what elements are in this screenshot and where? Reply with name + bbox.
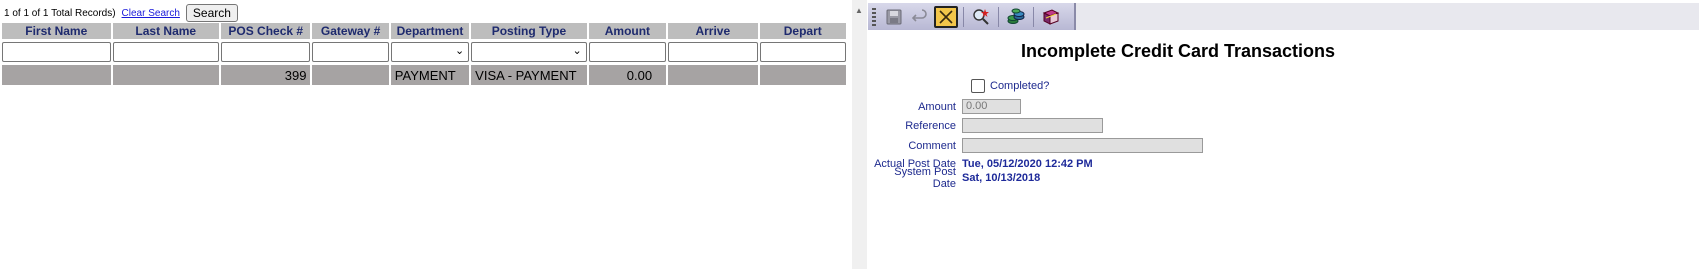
filter-cell bbox=[588, 39, 667, 65]
chevron-down-icon: ⌄ bbox=[572, 45, 582, 57]
col-header-amount[interactable]: Amount bbox=[588, 23, 667, 39]
records-bar: 1 of 1 of 1 Total Records) Clear Search … bbox=[4, 4, 238, 22]
cell-last-name bbox=[112, 65, 220, 85]
chips-icon bbox=[1007, 8, 1025, 24]
filter-cell bbox=[668, 39, 758, 65]
amount-row: Amount 0.00 bbox=[868, 98, 1021, 115]
filter-cell: ⌄ bbox=[471, 39, 587, 65]
arrive-filter-input[interactable] bbox=[668, 42, 758, 62]
col-header-arrive[interactable]: Arrive bbox=[668, 23, 758, 39]
toolbar-separator bbox=[1033, 6, 1034, 27]
col-header-pos-check[interactable]: POS Check # bbox=[221, 23, 311, 39]
comment-row: Comment bbox=[868, 137, 1203, 154]
cell-first-name bbox=[2, 65, 111, 85]
last-name-filter-input[interactable] bbox=[112, 42, 220, 62]
cell-depart bbox=[759, 65, 846, 85]
cell-posting-type: VISA - PAYMENT bbox=[471, 65, 587, 85]
collapse-arrow-icon[interactable]: ▲ bbox=[855, 6, 863, 15]
col-header-gateway[interactable]: Gateway # bbox=[312, 23, 389, 39]
toolbar-separator bbox=[963, 6, 964, 27]
chips-button[interactable] bbox=[1004, 6, 1028, 28]
filter-cell bbox=[312, 39, 389, 65]
col-header-last-name[interactable]: Last Name bbox=[112, 23, 220, 39]
filter-cell bbox=[759, 39, 846, 65]
completed-label[interactable]: Completed? bbox=[990, 80, 1049, 92]
system-post-date-label: System Post Date bbox=[894, 165, 956, 190]
cell-pos-check: 399 bbox=[221, 65, 311, 85]
completed-row: Completed? bbox=[971, 78, 1049, 94]
search-button[interactable]: Search bbox=[185, 4, 238, 22]
zoom-icon bbox=[973, 8, 989, 25]
system-post-date-value: Sat, 10/13/2018 bbox=[962, 171, 1041, 184]
save-button[interactable] bbox=[882, 6, 906, 28]
chevron-down-icon: ⌄ bbox=[454, 45, 465, 57]
reference-field bbox=[962, 118, 1103, 133]
filter-cell bbox=[2, 39, 111, 65]
books-icon bbox=[1042, 8, 1060, 25]
cell-department: PAYMENT bbox=[390, 65, 470, 85]
toolbar bbox=[868, 3, 1076, 30]
cell-amount: 0.00 bbox=[588, 65, 667, 85]
reference-label: Reference bbox=[905, 119, 956, 132]
filter-cell bbox=[221, 39, 311, 65]
save-icon bbox=[886, 9, 902, 24]
cell-arrive bbox=[668, 65, 758, 85]
amount-label: Amount bbox=[918, 100, 956, 113]
record-count-text: 1 of 1 of 1 Total Records) bbox=[4, 7, 116, 19]
zoom-button[interactable] bbox=[969, 6, 993, 28]
amount-filter-input[interactable] bbox=[588, 42, 667, 62]
clear-search-link[interactable]: Clear Search bbox=[122, 8, 180, 19]
reference-row: Reference bbox=[868, 117, 1103, 134]
first-name-filter-input[interactable] bbox=[2, 42, 111, 62]
table-row[interactable]: 399 PAYMENT VISA - PAYMENT 0.00 bbox=[2, 65, 846, 85]
col-header-depart[interactable]: Depart bbox=[759, 23, 846, 39]
gateway-filter-input[interactable] bbox=[312, 42, 389, 62]
depart-filter-input[interactable] bbox=[759, 42, 846, 62]
system-post-date-row: System Post Date Sat, 10/13/2018 bbox=[868, 166, 1041, 190]
filter-cell bbox=[112, 39, 220, 65]
actual-post-date-value: Tue, 05/12/2020 12:42 PM bbox=[962, 157, 1093, 170]
grid-header-row: First Name Last Name POS Check # Gateway… bbox=[2, 23, 846, 39]
undo-button[interactable] bbox=[908, 6, 932, 28]
posting-type-filter-select[interactable]: ⌄ bbox=[471, 42, 587, 62]
pos-check-filter-input[interactable] bbox=[221, 42, 311, 62]
comment-label: Comment bbox=[908, 139, 956, 152]
undo-icon bbox=[912, 8, 927, 22]
filter-row: ⌄ ⌄ bbox=[2, 39, 846, 65]
col-header-posting-type[interactable]: Posting Type bbox=[471, 23, 587, 39]
col-header-department[interactable]: Department bbox=[390, 23, 470, 39]
col-header-first-name[interactable]: First Name bbox=[2, 23, 111, 39]
close-icon bbox=[939, 9, 953, 24]
detail-pane: Incomplete Credit Card Transactions Comp… bbox=[868, 0, 1699, 269]
toolbar-separator bbox=[998, 6, 999, 27]
pane-splitter[interactable]: ▲ bbox=[852, 0, 867, 269]
amount-field: 0.00 bbox=[962, 99, 1021, 114]
books-button[interactable] bbox=[1039, 6, 1063, 28]
comment-field bbox=[962, 138, 1203, 153]
transactions-grid: First Name Last Name POS Check # Gateway… bbox=[0, 23, 848, 85]
panel-title: Incomplete Credit Card Transactions bbox=[1020, 41, 1336, 61]
toolbar-grip-icon[interactable] bbox=[872, 7, 876, 26]
completed-checkbox[interactable] bbox=[971, 79, 985, 93]
search-pane: 1 of 1 of 1 Total Records) Clear Search … bbox=[0, 0, 848, 269]
cell-gateway bbox=[312, 65, 389, 85]
close-button[interactable] bbox=[934, 5, 958, 28]
app-root: 1 of 1 of 1 Total Records) Clear Search … bbox=[0, 0, 1699, 269]
filter-cell: ⌄ bbox=[390, 39, 470, 65]
department-filter-select[interactable]: ⌄ bbox=[390, 42, 470, 62]
